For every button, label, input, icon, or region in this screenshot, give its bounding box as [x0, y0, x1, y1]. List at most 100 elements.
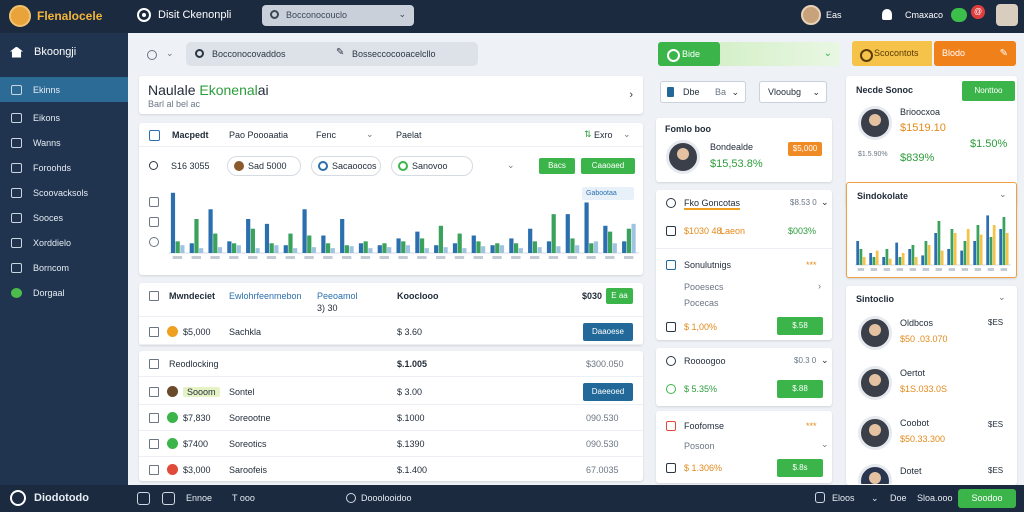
chart-bar[interactable]	[934, 233, 938, 265]
chart-bar[interactable]	[532, 241, 537, 253]
chart-bar[interactable]	[344, 245, 349, 253]
chart-bar[interactable]	[246, 219, 251, 253]
chart-bar[interactable]	[434, 245, 439, 253]
filter-icon[interactable]	[147, 50, 157, 60]
chart-bar[interactable]	[856, 241, 860, 265]
chevron-down-icon[interactable]: ⌄	[824, 48, 832, 59]
chart-bar[interactable]	[377, 245, 382, 253]
chart-bar[interactable]	[960, 250, 964, 265]
chart-bar[interactable]	[869, 253, 873, 265]
clock-icon[interactable]	[149, 237, 159, 247]
sidebar-item-6[interactable]: Sooces	[0, 205, 128, 230]
chart-bar[interactable]	[612, 243, 617, 253]
lock-icon[interactable]	[149, 197, 159, 207]
chart-bar[interactable]	[626, 228, 631, 253]
chart-bar[interactable]	[622, 241, 627, 253]
chart-bar[interactable]	[274, 245, 279, 253]
chart-bar[interactable]	[908, 249, 912, 265]
footer-item[interactable]: Sloa.ooo	[917, 493, 953, 503]
sidebar-item-4[interactable]: Foroohds	[0, 155, 128, 180]
chart-bar[interactable]	[490, 245, 495, 253]
row-action-button[interactable]: Daeeoed	[583, 383, 633, 401]
chart-bar[interactable]	[419, 238, 425, 253]
chart-bar[interactable]	[382, 243, 387, 253]
chart-bar[interactable]	[213, 233, 218, 253]
table-row[interactable]: Sooom Sontel $ 3.00 Daeeoed	[139, 379, 643, 405]
chart-bar[interactable]	[194, 219, 199, 253]
chart-bar[interactable]	[950, 229, 954, 265]
save-button[interactable]: Nonttoo	[962, 81, 1015, 101]
chart-bar[interactable]	[250, 228, 255, 253]
filter-pill[interactable]: Sacaoocos	[311, 156, 381, 176]
chart-bar[interactable]	[1005, 233, 1009, 265]
chart-bar[interactable]	[565, 214, 570, 253]
table-row[interactable]: $7400 Soreotics $.1390 090.530	[139, 431, 643, 457]
chart-bar[interactable]	[589, 243, 594, 253]
user-name[interactable]: Cmaxaco	[905, 10, 943, 20]
chart-bar[interactable]	[476, 241, 481, 253]
gear-icon[interactable]	[137, 8, 151, 22]
chart-bar[interactable]	[989, 237, 993, 265]
action-button[interactable]: Bacs	[539, 158, 575, 174]
profile-card[interactable]: Fomlo boo Bondealde $15,53.8% $5,000	[656, 118, 832, 182]
sidebar-item-2[interactable]: Eikons	[0, 105, 128, 130]
chart-bar[interactable]	[940, 250, 944, 265]
document-icon[interactable]	[815, 492, 825, 503]
search-secondary[interactable]: Bosseccocooacelcllo	[352, 49, 436, 59]
chart-bar[interactable]	[888, 258, 892, 265]
chart-bar[interactable]	[551, 214, 556, 253]
chart-bar[interactable]	[208, 209, 213, 253]
checkbox[interactable]	[149, 439, 159, 449]
chevron-down-icon[interactable]: ⌄	[821, 439, 829, 450]
checkbox[interactable]	[149, 359, 159, 369]
table-row[interactable]: $3,000 Saroofeis $.1.400 67.0035	[139, 457, 643, 483]
chevron-down-icon[interactable]: ⌄	[821, 355, 829, 366]
chart-bar[interactable]	[992, 225, 996, 265]
image-icon[interactable]	[137, 492, 150, 505]
chart-bar[interactable]	[875, 250, 879, 265]
sidebar-header[interactable]: Bkoongji	[10, 46, 76, 58]
chart-bar[interactable]	[570, 238, 575, 253]
edit-button[interactable]: Blodo	[934, 41, 1016, 66]
chart-bar[interactable]	[236, 245, 241, 253]
chart-bar[interactable]	[471, 235, 476, 253]
checkbox[interactable]	[666, 463, 676, 473]
chart-bar[interactable]	[513, 243, 519, 253]
chart-bar[interactable]	[358, 243, 364, 253]
checkbox[interactable]	[149, 465, 159, 475]
checkbox[interactable]	[149, 413, 159, 423]
chart-bar[interactable]	[405, 245, 411, 253]
search-icon[interactable]	[149, 161, 158, 170]
chart-bar[interactable]	[438, 225, 443, 253]
secondary-button[interactable]: Scocontots	[852, 41, 932, 66]
chart-bar[interactable]	[901, 253, 905, 265]
chart-bar[interactable]	[537, 247, 542, 253]
chart-bar[interactable]	[293, 248, 298, 253]
chart-bar[interactable]	[321, 235, 326, 253]
chart-bar[interactable]	[401, 241, 406, 253]
chart-bar[interactable]	[518, 248, 523, 253]
footer-item[interactable]: Eloos	[832, 493, 855, 503]
chart-bar[interactable]	[603, 225, 608, 253]
chart-bar[interactable]	[288, 233, 293, 253]
chart-bar[interactable]	[302, 209, 307, 253]
list-item[interactable]: Oertot $1S.033.0S	[846, 362, 1017, 412]
profile-avatar[interactable]	[996, 4, 1018, 26]
bell-icon[interactable]	[882, 9, 892, 20]
chart-bar[interactable]	[452, 243, 458, 253]
chevron-down-icon[interactable]: ⌄	[398, 9, 406, 20]
search-input[interactable]: Bocconocovaddos	[212, 49, 286, 59]
metric-button[interactable]: $.8s	[777, 459, 823, 477]
chart-bar[interactable]	[340, 219, 345, 253]
chart-bar[interactable]	[311, 247, 317, 253]
app-logo[interactable]: Flenalocele	[37, 9, 102, 23]
chart-bar[interactable]	[872, 257, 876, 265]
chart-bar[interactable]	[999, 229, 1003, 265]
chart-bar[interactable]	[556, 246, 561, 253]
chart-bar[interactable]	[307, 235, 312, 253]
chart-bar[interactable]	[973, 241, 977, 265]
main-search[interactable]: Bocconocovaddos ✎ Bosseccocooacelcllo	[186, 42, 478, 66]
status-toggle[interactable]	[951, 8, 967, 22]
chart-bar[interactable]	[462, 248, 467, 253]
chart-bar[interactable]	[882, 257, 886, 265]
